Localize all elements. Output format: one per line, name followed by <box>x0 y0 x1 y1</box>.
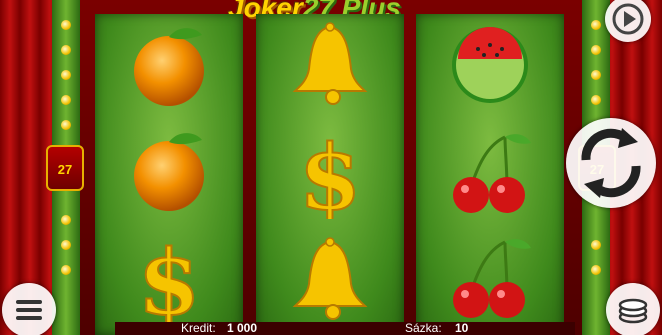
svg-text:$: $ <box>299 129 362 219</box>
symbol-dollar: $ <box>95 229 243 329</box>
credit-label: Kredit: <box>181 321 216 335</box>
svg-text:$: $ <box>138 234 201 324</box>
bulb <box>61 20 71 30</box>
bulb <box>61 70 71 80</box>
bet-button[interactable] <box>606 283 660 335</box>
symbol-cherries <box>416 229 564 329</box>
coins-stack-icon <box>618 298 648 324</box>
bulb <box>61 215 71 225</box>
bulb <box>591 240 601 250</box>
bottom-status-bar: Kredit: 1 000 Sázka: 10 <box>115 321 575 335</box>
symbol-orange <box>95 119 243 219</box>
left-27-badge: 27 <box>46 145 84 191</box>
bulb <box>591 45 601 55</box>
spin-button[interactable] <box>566 118 656 208</box>
reel-3 <box>416 14 564 335</box>
play-button[interactable] <box>605 0 651 42</box>
bulb <box>61 240 71 250</box>
spin-arrows-icon <box>581 128 641 198</box>
bulb <box>61 45 71 55</box>
reel-1: $ <box>95 14 243 335</box>
dollar-icon: $ <box>137 234 202 324</box>
bet-value: 10 <box>455 321 469 335</box>
orange-icon <box>134 28 204 106</box>
symbol-cherries <box>416 124 564 224</box>
menu-icon <box>16 300 42 320</box>
symbol-orange <box>95 14 243 114</box>
symbol-dollar: $ <box>256 124 404 224</box>
orange-icon <box>134 133 204 211</box>
cherries-icon <box>453 134 531 213</box>
reel-2: $ <box>256 14 404 335</box>
dollar-icon: $ <box>298 129 363 219</box>
slot-game-stage: 27 27 Joker27 Plus $ <box>0 0 662 335</box>
play-icon <box>612 3 644 35</box>
bulb <box>61 120 71 130</box>
symbol-bell <box>256 229 404 329</box>
bulb <box>591 20 601 30</box>
bulb <box>61 95 71 105</box>
cherries-icon <box>453 239 531 318</box>
menu-button[interactable] <box>2 283 56 335</box>
bet-label: Sázka: <box>405 321 442 335</box>
bell-icon <box>292 237 368 320</box>
bulb <box>61 265 71 275</box>
bulb <box>591 265 601 275</box>
bulb <box>591 95 601 105</box>
symbol-bell <box>256 14 404 114</box>
bell-icon <box>292 22 368 105</box>
watermelon-icon <box>452 27 528 103</box>
credit-value: 1 000 <box>227 321 258 335</box>
bulb <box>591 70 601 80</box>
symbol-watermelon <box>416 14 564 114</box>
